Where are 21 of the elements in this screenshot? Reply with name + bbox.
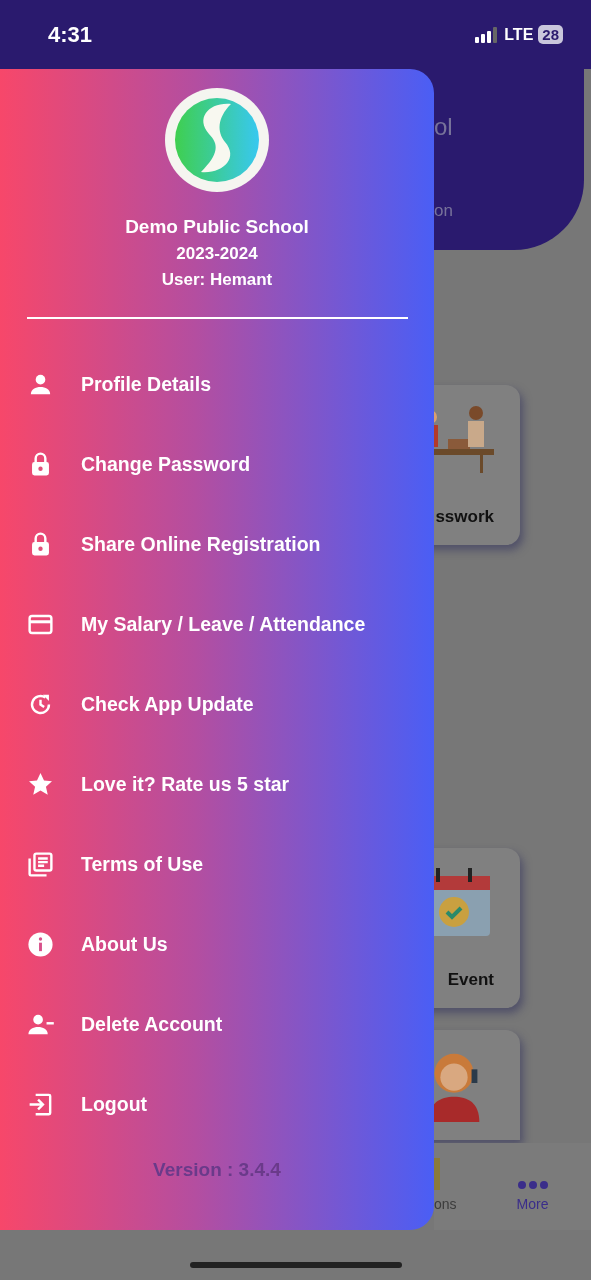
header-subtitle: on (434, 201, 454, 221)
signal-icon (475, 26, 500, 43)
menu-item[interactable]: My Salary / Leave / Attendance (0, 584, 434, 664)
card-label: sswork (435, 507, 494, 527)
menu-item[interactable]: Logout (0, 1064, 434, 1144)
nav-item[interactable]: ons (434, 1143, 474, 1230)
menu-item[interactable]: Love it? Rate us 5 star (0, 744, 434, 824)
s-logo-icon (165, 88, 269, 192)
menu-item[interactable]: Check App Update (0, 664, 434, 744)
more-icon (516, 1180, 549, 1190)
network-label: LTE (504, 25, 534, 44)
session-year: 2023-2024 (176, 244, 258, 264)
documents-icon (26, 849, 55, 879)
header-title: ol (434, 113, 454, 141)
card-label: Event (447, 970, 494, 990)
school-name: Demo Public School (125, 216, 309, 238)
user-name: User: Hemant (161, 270, 273, 290)
info-icon (26, 929, 55, 959)
status-time: 4:31 (48, 21, 94, 48)
battery-level: 28 (538, 25, 563, 44)
nav-item[interactable]: More (474, 1143, 591, 1230)
